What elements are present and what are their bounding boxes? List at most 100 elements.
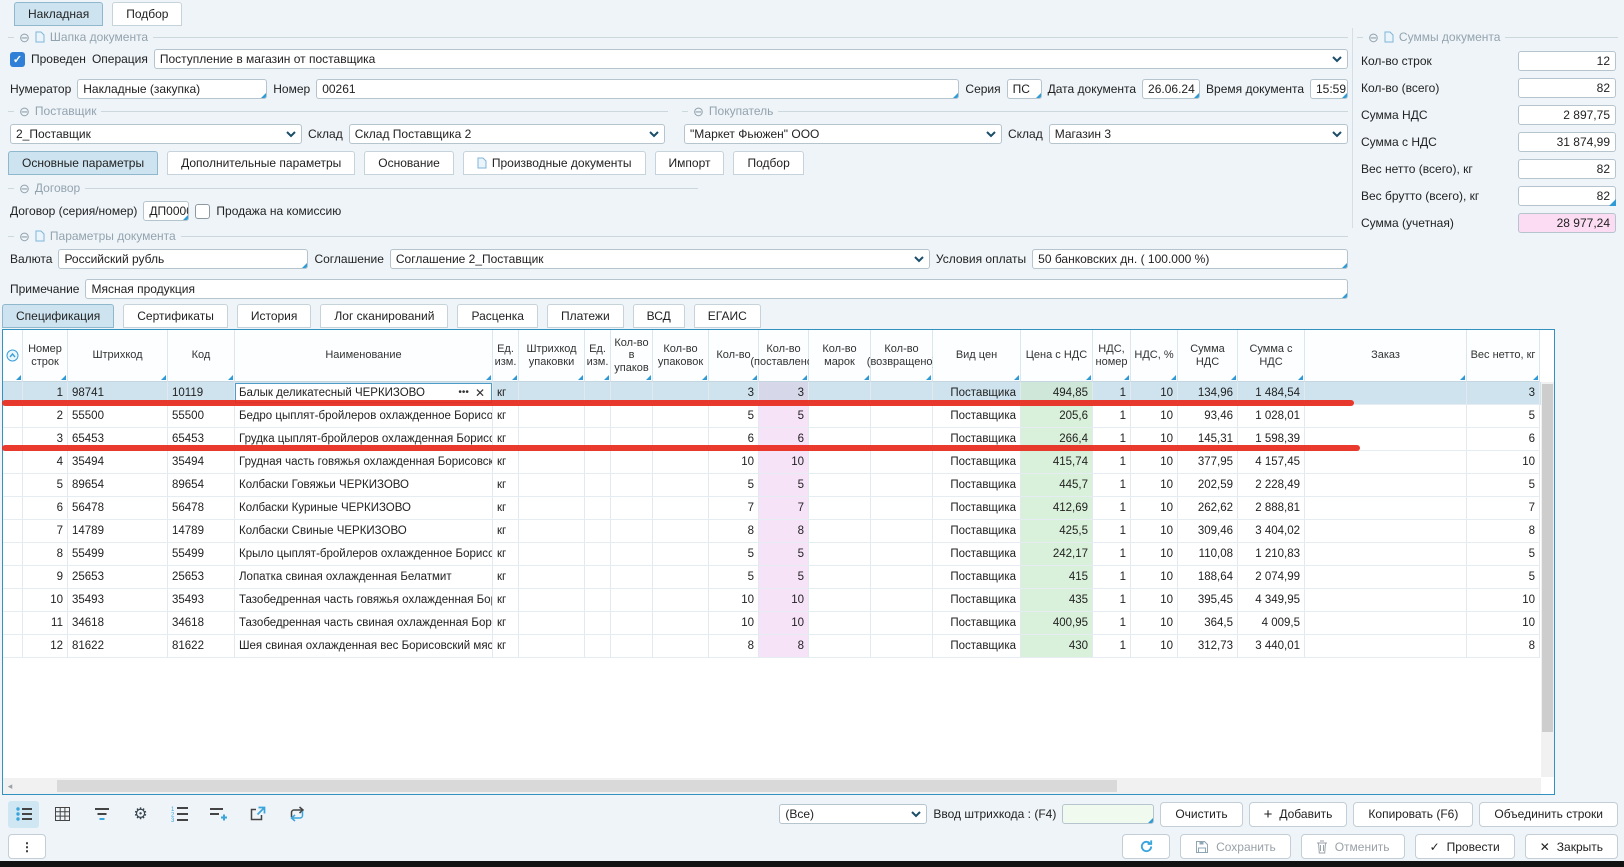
- table-cell[interactable]: [653, 451, 709, 474]
- column-header[interactable]: Кол-во марок: [809, 330, 871, 382]
- table-cell[interactable]: [1305, 566, 1467, 589]
- column-header[interactable]: Ед. изм.: [493, 330, 519, 382]
- table-cell[interactable]: [871, 589, 933, 612]
- table-cell[interactable]: [611, 543, 653, 566]
- table-cell[interactable]: [3, 474, 23, 497]
- table-cell[interactable]: 1: [1093, 543, 1131, 566]
- refresh-button[interactable]: [1122, 834, 1170, 859]
- date-field[interactable]: 26.06.24: [1142, 79, 1200, 99]
- table-cell[interactable]: 110,08: [1178, 543, 1238, 566]
- table-cell[interactable]: 10: [1467, 589, 1540, 612]
- table-cell[interactable]: 1: [1093, 497, 1131, 520]
- specification-tab[interactable]: Расценка: [457, 304, 538, 328]
- table-cell[interactable]: 445,7: [1021, 474, 1093, 497]
- table-cell[interactable]: [3, 566, 23, 589]
- table-cell[interactable]: 56478: [68, 497, 168, 520]
- table-cell[interactable]: 35493: [168, 589, 235, 612]
- table-cell[interactable]: Тазобедренная часть свиная охлажденная Б…: [235, 612, 493, 635]
- table-cell[interactable]: [809, 566, 871, 589]
- table-cell[interactable]: 7: [23, 520, 68, 543]
- table-cell[interactable]: [519, 543, 585, 566]
- table-cell[interactable]: 81622: [168, 635, 235, 658]
- table-cell[interactable]: 8: [759, 520, 809, 543]
- table-cell[interactable]: 10: [709, 589, 759, 612]
- table-cell[interactable]: 5: [759, 543, 809, 566]
- table-cell[interactable]: кг: [493, 543, 519, 566]
- operation-select[interactable]: Поступление в магазин от поставщика: [154, 49, 1348, 69]
- table-cell[interactable]: [871, 635, 933, 658]
- table-row[interactable]: 25550055500Бедро цыплят-бройлеров охлажд…: [3, 405, 1554, 428]
- table-cell[interactable]: 10: [759, 451, 809, 474]
- specification-tab[interactable]: Сертификаты: [123, 304, 228, 328]
- table-cell[interactable]: [1305, 451, 1467, 474]
- table-cell[interactable]: [1305, 497, 1467, 520]
- table-cell[interactable]: 242,17: [1021, 543, 1093, 566]
- table-cell[interactable]: [653, 520, 709, 543]
- table-cell[interactable]: 8: [709, 635, 759, 658]
- column-header[interactable]: Вес нетто, кг: [1467, 330, 1540, 382]
- series-field[interactable]: ПС: [1007, 79, 1042, 99]
- table-cell[interactable]: [653, 635, 709, 658]
- table-row[interactable]: 43549435494Грудная часть говяжья охлажде…: [3, 451, 1554, 474]
- table-cell[interactable]: 8: [1467, 520, 1540, 543]
- table-cell[interactable]: Крыло цыплят-бройлеров охлажденное Борис…: [235, 543, 493, 566]
- table-cell[interactable]: 415: [1021, 566, 1093, 589]
- table-cell[interactable]: 10: [1131, 635, 1178, 658]
- table-cell[interactable]: 412,69: [1021, 497, 1093, 520]
- table-cell[interactable]: [653, 497, 709, 520]
- specification-tab[interactable]: Платежи: [547, 304, 624, 328]
- table-cell[interactable]: [809, 589, 871, 612]
- table-cell[interactable]: 14789: [168, 520, 235, 543]
- table-cell[interactable]: 435: [1021, 589, 1093, 612]
- table-cell[interactable]: Поставщика: [933, 451, 1021, 474]
- table-cell[interactable]: [809, 451, 871, 474]
- table-cell[interactable]: [653, 543, 709, 566]
- contract-field[interactable]: ДП00002: [143, 201, 189, 221]
- collapse-icon[interactable]: ⊖: [693, 105, 704, 118]
- table-cell[interactable]: 10: [1131, 474, 1178, 497]
- column-header[interactable]: Кол-во (поставлено): [759, 330, 809, 382]
- table-cell[interactable]: 5: [759, 474, 809, 497]
- table-cell[interactable]: [1305, 589, 1467, 612]
- table-cell[interactable]: [519, 635, 585, 658]
- table-cell[interactable]: 312,73: [1178, 635, 1238, 658]
- table-cell[interactable]: кг: [493, 635, 519, 658]
- table-cell[interactable]: 2: [23, 405, 68, 428]
- column-header[interactable]: Кол-во упаковок: [653, 330, 709, 382]
- table-cell[interactable]: [1305, 612, 1467, 635]
- table-cell[interactable]: [809, 543, 871, 566]
- open-window-icon[interactable]: [242, 801, 273, 828]
- table-cell[interactable]: кг: [493, 474, 519, 497]
- table-cell[interactable]: [809, 474, 871, 497]
- table-cell[interactable]: 93,46: [1178, 405, 1238, 428]
- table-cell[interactable]: 395,45: [1178, 589, 1238, 612]
- table-cell[interactable]: [585, 520, 611, 543]
- scroll-left-arrow-icon[interactable]: ◂: [3, 781, 17, 792]
- table-cell[interactable]: Грудная часть говяжья охлажденная Борисо…: [235, 451, 493, 474]
- table-row[interactable]: 113461834618Тазобедренная часть свиная о…: [3, 612, 1554, 635]
- more-menu-button[interactable]: ⋮: [8, 834, 46, 859]
- table-cell[interactable]: 6: [23, 497, 68, 520]
- table-cell[interactable]: [809, 635, 871, 658]
- table-cell[interactable]: Поставщика: [933, 474, 1021, 497]
- table-cell[interactable]: [3, 543, 23, 566]
- table-cell[interactable]: 89654: [168, 474, 235, 497]
- table-cell[interactable]: 10: [1131, 612, 1178, 635]
- table-cell[interactable]: Колбаски Говяжьи ЧЕРКИЗОВО: [235, 474, 493, 497]
- note-field[interactable]: Мясная продукция: [85, 279, 1348, 299]
- table-cell[interactable]: 4 009,5: [1238, 612, 1305, 635]
- table-cell[interactable]: [585, 566, 611, 589]
- table-cell[interactable]: 2 888,81: [1238, 497, 1305, 520]
- table-cell[interactable]: [519, 589, 585, 612]
- table-cell[interactable]: 202,59: [1178, 474, 1238, 497]
- table-cell[interactable]: 377,95: [1178, 451, 1238, 474]
- table-cell[interactable]: кг: [493, 566, 519, 589]
- table-cell[interactable]: [519, 566, 585, 589]
- table-cell[interactable]: Поставщика: [933, 635, 1021, 658]
- table-cell[interactable]: [519, 497, 585, 520]
- table-cell[interactable]: кг: [493, 405, 519, 428]
- table-cell[interactable]: [611, 497, 653, 520]
- column-header[interactable]: [3, 330, 23, 382]
- posted-checkbox[interactable]: ✓: [10, 52, 25, 67]
- table-cell[interactable]: 3: [1467, 382, 1540, 405]
